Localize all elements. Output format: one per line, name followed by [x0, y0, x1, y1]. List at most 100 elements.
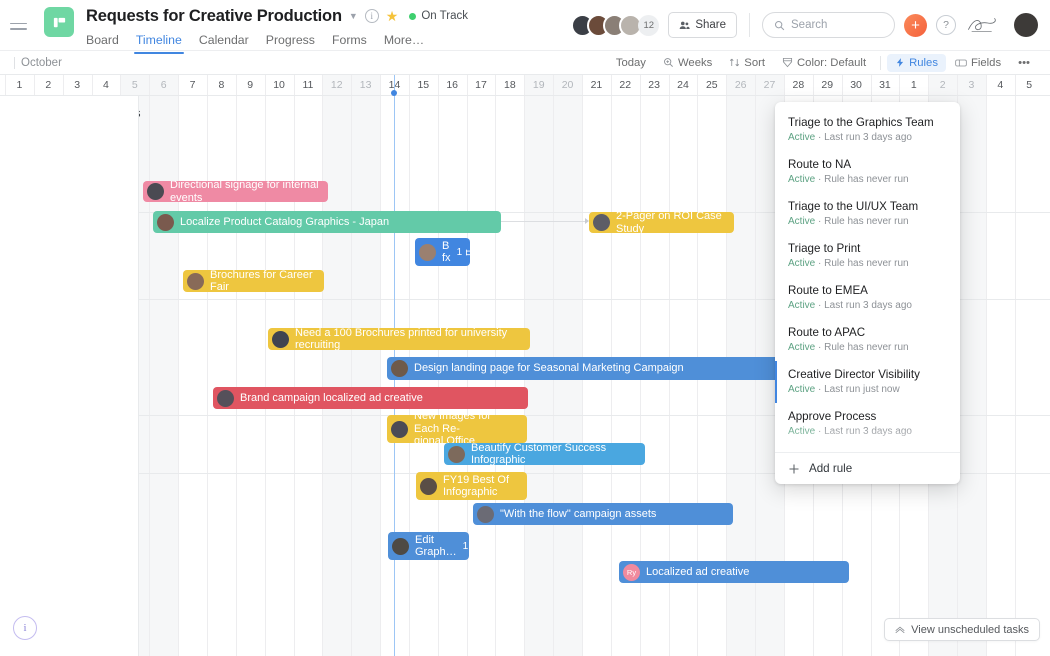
- day-cell: 28: [792, 79, 805, 91]
- help-button[interactable]: ?: [936, 15, 956, 35]
- task-bar[interactable]: Localize Product Catalog Graphics - Japa…: [153, 211, 501, 233]
- divider: [749, 13, 750, 37]
- task-bar[interactable]: New Images for Each Re-gional Office: [387, 415, 527, 443]
- member-avatars[interactable]: 12: [571, 13, 660, 37]
- day-cell: 22: [619, 79, 632, 91]
- rule-status: Active · Rule has never run: [788, 258, 909, 269]
- task-title: New Images for Each Re-gional Office: [414, 415, 492, 443]
- rule-item[interactable]: Triage to Print Active · Rule has never r…: [775, 235, 960, 277]
- avatar: [272, 330, 289, 348]
- task-title: "With the flow" campaign assets: [500, 507, 657, 520]
- rule-name: High Priority Visibility: [788, 451, 947, 452]
- task-title: Need a 100 Brochures printed for univers…: [295, 328, 508, 350]
- rule-state: Active: [788, 132, 816, 143]
- search-input[interactable]: Search: [762, 12, 895, 38]
- task-bar[interactable]: Design landing page for Seasonal Marketi…: [387, 357, 787, 380]
- task-title: Edit Graph…: [415, 533, 457, 559]
- share-button[interactable]: Share: [668, 12, 737, 38]
- avatar[interactable]: [1014, 13, 1038, 37]
- task-title: 2-Pager on ROI Case Study: [616, 212, 722, 233]
- rule-state: Active: [788, 174, 816, 185]
- avatar: [391, 360, 408, 377]
- rule-name: Route to APAC: [788, 326, 866, 339]
- rule-item[interactable]: Route to NA Active · Rule has never run: [775, 151, 960, 193]
- task-bar[interactable]: Brand campaign localized ad creative: [213, 387, 528, 409]
- weeks-label: Weeks: [677, 56, 713, 69]
- status-label: On Track: [421, 10, 468, 22]
- people-icon: [680, 21, 690, 29]
- rule-item[interactable]: Triage to the Graphics Team Active · Last…: [775, 109, 960, 151]
- rule-item[interactable]: Approve Process Active · Last run 3 days …: [775, 403, 960, 445]
- task-title: Brand campaign localized ad creative: [240, 391, 423, 404]
- date-header: 1234567891011121314151617181920212223242…: [0, 75, 1050, 96]
- rule-name: Triage to Print: [788, 242, 861, 255]
- task-bar[interactable]: FY19 Best Of Infographic: [416, 472, 527, 500]
- rule-item[interactable]: Triage to the UI/UX Team Active · Rule ha…: [775, 193, 960, 235]
- rules-list[interactable]: Triage to the Graphics Team Active · Last…: [775, 102, 960, 452]
- zoom-weeks-button[interactable]: Weeks: [655, 54, 720, 72]
- task-title: Beautify Customer Success Infographic: [471, 443, 607, 465]
- rule-status: Active · Last run 3 days ago: [788, 426, 912, 437]
- member-count[interactable]: 12: [638, 14, 660, 36]
- day-cell: 21: [590, 79, 603, 91]
- today-button[interactable]: Today: [608, 54, 654, 72]
- avatar: [448, 445, 465, 463]
- task-bar[interactable]: 2-Pager on ROI Case Study: [589, 212, 734, 233]
- hamburger-icon[interactable]: [10, 0, 36, 50]
- add-rule-button[interactable]: Add rule: [775, 452, 960, 484]
- rule-state: Active: [788, 258, 816, 269]
- info-help-button[interactable]: i: [13, 616, 37, 640]
- rules-button[interactable]: Rules: [887, 53, 946, 72]
- task-bar[interactable]: Ry Localized ad creative: [619, 561, 849, 583]
- top-bar: Requests for Creative Production ▼ i ★ O…: [0, 0, 1050, 54]
- day-cell: 24: [677, 79, 689, 91]
- day-cell: 3: [74, 79, 81, 91]
- rule-item[interactable]: Creative Director Visibility Active · Las…: [775, 361, 960, 403]
- sort-button[interactable]: Sort: [721, 54, 773, 72]
- task-bar[interactable]: Directional signage for internal events: [143, 181, 328, 202]
- share-label: Share: [695, 19, 726, 31]
- dependency-line: [501, 221, 585, 222]
- rule-item[interactable]: Route to APAC Active · Rule has never run: [775, 319, 960, 361]
- rule-state: Active: [788, 342, 816, 353]
- task-title: Bfx: [442, 239, 451, 265]
- avatar: [391, 420, 408, 438]
- overflow-menu-button[interactable]: •••: [1010, 54, 1038, 72]
- status-badge[interactable]: On Track: [409, 10, 468, 22]
- toolbar-actions: Today Weeks Sort Color: Default Rules Fi…: [608, 53, 1038, 72]
- add-rule-label: Add rule: [809, 462, 853, 475]
- fields-button[interactable]: Fields: [947, 54, 1009, 72]
- rule-item[interactable]: High Priority VisibilityActive · Last ru…: [775, 445, 960, 452]
- subtask-count: 1: [457, 247, 470, 258]
- view-unscheduled-tasks-button[interactable]: View unscheduled tasks: [884, 618, 1040, 641]
- add-button[interactable]: +: [904, 13, 927, 37]
- day-cell: 31: [879, 79, 891, 91]
- sort-icon: [730, 58, 740, 67]
- task-bar[interactable]: Need a 100 Brochures printed for univers…: [268, 328, 530, 350]
- rule-status: Active · Rule has never run: [788, 174, 909, 185]
- avatar: [420, 477, 437, 495]
- rule-state: Active: [788, 216, 816, 227]
- sort-label: Sort: [744, 56, 766, 69]
- project-header: Requests for Creative Production ▼ i ★ O…: [86, 0, 468, 54]
- task-title: FY19 Best Of Infographic: [443, 473, 510, 499]
- task-bar[interactable]: Edit Graph… 1: [388, 532, 469, 560]
- day-cell: 6: [160, 79, 167, 91]
- task-bar[interactable]: Beautify Customer Success Infographic: [444, 443, 645, 465]
- day-cell: 2: [939, 79, 946, 91]
- rule-item[interactable]: Route to EMEA Active · Last run 3 days ag…: [775, 277, 960, 319]
- task-bar[interactable]: Brochures for Career Fair: [183, 270, 324, 292]
- color-button[interactable]: Color: Default: [774, 54, 874, 72]
- info-icon: i: [23, 622, 27, 634]
- star-icon[interactable]: ★: [386, 8, 399, 25]
- chevron-down-icon[interactable]: ▼: [349, 11, 358, 21]
- info-icon[interactable]: i: [364, 9, 379, 23]
- status-dot-icon: [409, 12, 417, 20]
- task-bar[interactable]: "With the flow" campaign assets: [473, 503, 733, 525]
- rule-name: Route to NA: [788, 158, 852, 171]
- rule-status: Active · Last run 3 days ago: [788, 300, 912, 311]
- subtask-count: 1: [463, 541, 469, 552]
- task-bar[interactable]: Bfx 1: [415, 238, 470, 266]
- avatar: [187, 272, 204, 290]
- day-cell: 1: [16, 79, 23, 91]
